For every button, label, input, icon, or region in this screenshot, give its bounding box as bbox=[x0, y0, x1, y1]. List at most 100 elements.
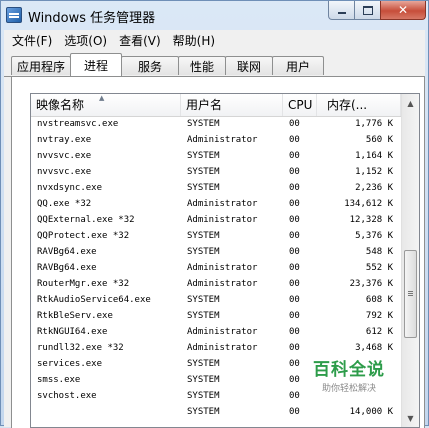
process-memory: 1,776 K bbox=[355, 119, 393, 129]
minimize-icon bbox=[337, 12, 346, 14]
process-user: SYSTEM bbox=[187, 375, 220, 385]
process-cpu: 00 bbox=[289, 343, 300, 353]
table-row[interactable]: rundll32.exe *32 Administrator 00 3,468 K bbox=[31, 340, 401, 356]
process-memory: 548 K bbox=[365, 247, 393, 257]
process-memory: 2,236 K bbox=[355, 183, 393, 193]
process-cpu: 00 bbox=[289, 151, 300, 161]
process-user: SYSTEM bbox=[187, 359, 220, 369]
table-row[interactable]: RtkBleServ.exe SYSTEM 00 792 K bbox=[31, 308, 401, 324]
scrollbar-thumb[interactable] bbox=[404, 250, 417, 338]
process-name: rundll32.exe *32 bbox=[37, 343, 124, 353]
table-row[interactable]: nvvsvc.exe SYSTEM 00 1,164 K bbox=[31, 148, 401, 164]
process-cpu: 00 bbox=[289, 247, 300, 257]
process-name: QQProtect.exe *32 bbox=[37, 231, 130, 241]
process-cpu: 00 bbox=[289, 359, 300, 369]
column-image-name[interactable]: 映像名称 ▲ bbox=[31, 94, 181, 116]
process-cpu: 00 bbox=[289, 391, 300, 401]
process-name: RouterMgr.exe *32 bbox=[37, 279, 130, 289]
column-image-name-label: 映像名称 bbox=[36, 98, 85, 112]
column-cpu[interactable]: CPU bbox=[283, 94, 317, 116]
table-row[interactable]: nvxdsync.exe SYSTEM 00 2,236 K bbox=[31, 180, 401, 196]
process-memory: 5,376 K bbox=[355, 231, 393, 241]
menu-view[interactable]: 查看(V) bbox=[115, 32, 165, 49]
table-row[interactable]: QQProtect.exe *32 SYSTEM 00 5,376 K bbox=[31, 228, 401, 244]
process-name: nvxdsync.exe bbox=[37, 183, 103, 193]
column-user-name[interactable]: 用户名 bbox=[181, 94, 283, 116]
process-memory: 792 K bbox=[365, 311, 393, 321]
table-row[interactable]: QQExternal.exe *32 Administrator 00 12,328 … bbox=[31, 212, 401, 228]
process-cpu: 00 bbox=[289, 407, 300, 417]
task-manager-icon bbox=[6, 7, 22, 23]
menu-file[interactable]: 文件(F) bbox=[8, 32, 56, 49]
process-user: Administrator bbox=[187, 215, 258, 225]
table-row[interactable]: RAVBg64.exe SYSTEM 00 548 K bbox=[31, 244, 401, 260]
process-memory: 612 K bbox=[365, 327, 393, 337]
scroll-down-icon[interactable]: ▼ bbox=[403, 410, 418, 426]
process-memory: 14,000 K bbox=[349, 407, 393, 417]
scroll-up-icon[interactable]: ▲ bbox=[403, 95, 418, 111]
vertical-scrollbar[interactable]: ▲ ▼ bbox=[401, 94, 419, 427]
process-cpu: 00 bbox=[289, 119, 300, 129]
table-row[interactable]: RAVBg64.exe Administrator 00 552 K bbox=[31, 260, 401, 276]
watermark-title: 百科全说 bbox=[313, 360, 385, 380]
menu-help[interactable]: 帮助(H) bbox=[169, 32, 219, 49]
process-cpu: 00 bbox=[289, 279, 300, 289]
process-memory: 560 K bbox=[365, 135, 393, 145]
tab-processes[interactable]: 进程 bbox=[70, 53, 122, 76]
table-row[interactable]: nvstreamsvc.exe SYSTEM 00 1,776 K bbox=[31, 116, 401, 132]
process-name: RAVBg64.exe bbox=[37, 263, 97, 273]
maximize-icon bbox=[362, 5, 373, 15]
minimize-button[interactable] bbox=[328, 1, 355, 20]
process-name: nvtray.exe bbox=[37, 135, 92, 145]
process-memory: 3,468 K bbox=[355, 343, 393, 353]
column-memory[interactable]: 内存(... bbox=[317, 94, 401, 116]
table-row[interactable]: SYSTEM 00 14,000 K bbox=[31, 404, 401, 420]
process-name: nvvsvc.exe bbox=[37, 151, 92, 161]
process-memory: 134,612 K bbox=[344, 199, 393, 209]
process-cpu: 00 bbox=[289, 231, 300, 241]
table-row[interactable]: nvtray.exe Administrator 00 560 K bbox=[31, 132, 401, 148]
tab-services[interactable]: 服务 bbox=[121, 56, 179, 75]
table-row[interactable]: RtkNGUI64.exe Administrator 00 612 K bbox=[31, 324, 401, 340]
tab-strip: 应用程序 进程 服务 性能 联网 用户 bbox=[4, 50, 425, 77]
process-user: Administrator bbox=[187, 343, 258, 353]
process-memory: 552 K bbox=[365, 263, 393, 273]
table-row[interactable]: RtkAudioService64.exe SYSTEM 00 608 K bbox=[31, 292, 401, 308]
process-name: RtkNGUI64.exe bbox=[37, 327, 108, 337]
sort-up-icon: ▲ bbox=[99, 94, 105, 102]
process-memory: 608 K bbox=[365, 295, 393, 305]
title-bar[interactable]: Windows 任务管理器 ✕ bbox=[1, 1, 428, 29]
tab-applications[interactable]: 应用程序 bbox=[11, 56, 71, 75]
tab-users[interactable]: 用户 bbox=[272, 56, 324, 75]
maximize-button[interactable] bbox=[354, 1, 381, 20]
process-name: RtkAudioService64.exe bbox=[37, 295, 151, 305]
process-user: SYSTEM bbox=[187, 311, 220, 321]
table-row[interactable]: nvvsvc.exe SYSTEM 00 1,152 K bbox=[31, 164, 401, 180]
process-name: nvvsvc.exe bbox=[37, 167, 92, 177]
process-cpu: 00 bbox=[289, 295, 300, 305]
process-cpu: 00 bbox=[289, 183, 300, 193]
process-memory: 23,376 K bbox=[349, 279, 393, 289]
process-user: Administrator bbox=[187, 263, 258, 273]
process-name: services.exe bbox=[37, 359, 103, 369]
process-memory: 1,152 K bbox=[355, 167, 393, 177]
process-user: Administrator bbox=[187, 199, 258, 209]
task-manager-window: Windows 任务管理器 ✕ 文件(F) 选项(O) 查看(V) 帮助(H) … bbox=[0, 0, 429, 428]
process-cpu: 00 bbox=[289, 327, 300, 337]
process-name: smss.exe bbox=[37, 375, 81, 385]
process-cpu: 00 bbox=[289, 199, 300, 209]
process-name: RAVBg64.exe bbox=[37, 247, 97, 257]
process-user: SYSTEM bbox=[187, 151, 220, 161]
process-memory: 1,164 K bbox=[355, 151, 393, 161]
table-row[interactable]: RouterMgr.exe *32 Administrator 00 23,376 K bbox=[31, 276, 401, 292]
process-user: SYSTEM bbox=[187, 391, 220, 401]
table-row[interactable]: QQ.exe *32 Administrator 00 134,612 K bbox=[31, 196, 401, 212]
process-name: QQ.exe *32 bbox=[37, 199, 92, 209]
close-button[interactable]: ✕ bbox=[380, 1, 426, 20]
tab-performance[interactable]: 性能 bbox=[178, 56, 226, 75]
tab-networking[interactable]: 联网 bbox=[225, 56, 273, 75]
column-header: 映像名称 ▲ 用户名 CPU 内存(... bbox=[31, 94, 401, 117]
process-cpu: 00 bbox=[289, 263, 300, 273]
menu-options[interactable]: 选项(O) bbox=[60, 32, 111, 49]
process-cpu: 00 bbox=[289, 135, 300, 145]
